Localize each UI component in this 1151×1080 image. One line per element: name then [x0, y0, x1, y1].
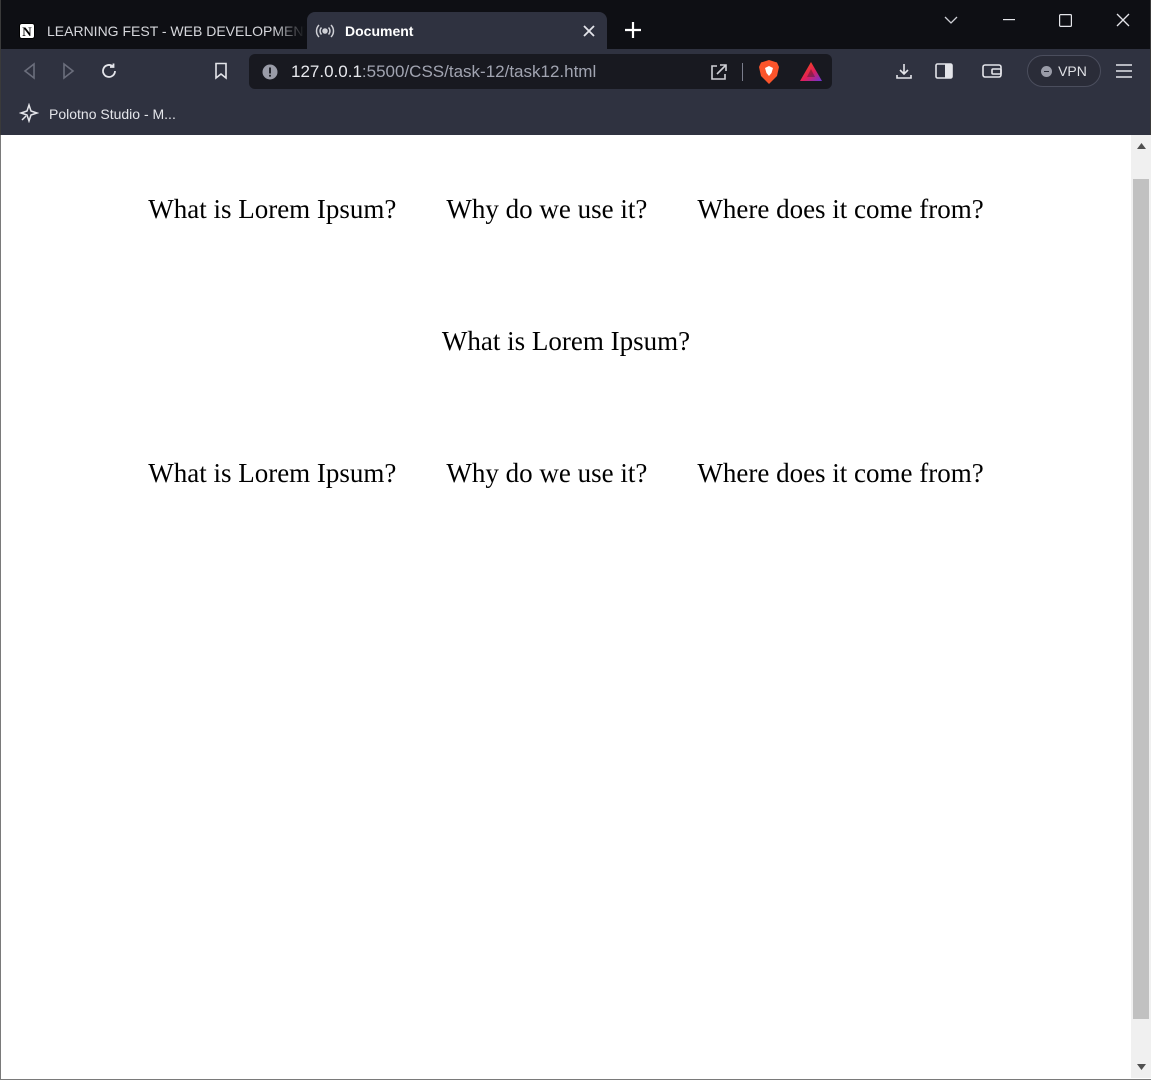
close-icon[interactable] — [579, 21, 599, 41]
notion-icon: N — [17, 21, 37, 41]
maximize-icon[interactable] — [1045, 4, 1085, 36]
page-viewport: What is Lorem Ipsum? Why do we use it? W… — [0, 135, 1151, 1080]
menu-icon[interactable] — [1110, 58, 1138, 84]
heading-row-3: What is Lorem Ipsum? Why do we use it? W… — [1, 458, 1131, 489]
url-separator — [742, 63, 743, 81]
tab-document[interactable]: Document — [307, 12, 607, 49]
new-tab-button[interactable] — [619, 16, 647, 44]
reload-icon[interactable] — [95, 58, 123, 84]
url-text: 127.0.0.1:5500/CSS/task-12/task12.html — [291, 62, 596, 82]
heading-why-do-we-use-it: Why do we use it? — [446, 458, 648, 488]
heading-what-is-lorem-ipsum: What is Lorem Ipsum? — [441, 326, 691, 356]
tab-search-chevron-down-icon[interactable] — [931, 4, 971, 36]
share-icon[interactable] — [707, 60, 731, 84]
window-close-icon[interactable] — [1103, 4, 1143, 36]
bookmark-polotno-studio[interactable]: Polotno Studio - M... — [18, 101, 176, 127]
heading-where-does-it-come-from: Where does it come from? — [697, 194, 984, 224]
heading-why-do-we-use-it: Why do we use it? — [446, 194, 648, 224]
heading-what-is-lorem-ipsum: What is Lorem Ipsum? — [148, 194, 397, 224]
scroll-down-arrow-icon[interactable] — [1131, 1056, 1151, 1078]
back-icon[interactable] — [15, 58, 43, 84]
svg-text:N: N — [22, 24, 32, 39]
toolbar: 127.0.0.1:5500/CSS/task-12/task12.html V… — [0, 49, 1151, 93]
tab-learning-fest[interactable]: N LEARNING FEST - WEB DEVELOPMENT — [9, 12, 305, 49]
scrollbar-thumb[interactable] — [1133, 179, 1149, 1019]
heading-where-does-it-come-from: Where does it come from? — [697, 458, 984, 488]
wallet-icon[interactable] — [978, 58, 1006, 84]
bookmark-label: Polotno Studio - M... — [49, 106, 176, 122]
tab-strip: N LEARNING FEST - WEB DEVELOPMENT Docume… — [0, 0, 1151, 49]
minimize-icon[interactable] — [989, 4, 1029, 36]
tab-title: Document — [345, 22, 414, 39]
tab-title: LEARNING FEST - WEB DEVELOPMENT — [47, 22, 305, 39]
forward-icon[interactable] — [55, 58, 83, 84]
heading-row-2: What is Lorem Ipsum? — [1, 326, 1131, 357]
live-server-icon — [315, 21, 335, 41]
vertical-scrollbar[interactable] — [1131, 135, 1151, 1078]
site-info-icon[interactable] — [261, 63, 279, 81]
brave-shields-icon[interactable] — [757, 59, 781, 85]
vpn-label: VPN — [1058, 63, 1087, 79]
page-content: What is Lorem Ipsum? Why do we use it? W… — [1, 135, 1131, 1078]
scroll-up-arrow-icon[interactable] — [1131, 135, 1151, 157]
url-path: :5500/CSS/task-12/task12.html — [361, 61, 597, 81]
bookmarks-bar: Polotno Studio - M... — [0, 93, 1151, 135]
brave-rewards-icon[interactable] — [799, 60, 823, 84]
polotno-icon — [18, 102, 40, 126]
sidebar-icon[interactable] — [930, 58, 958, 84]
url-host: 127.0.0.1 — [291, 61, 362, 81]
vpn-status-icon — [1041, 65, 1053, 77]
download-icon[interactable] — [890, 58, 918, 84]
heading-what-is-lorem-ipsum: What is Lorem Ipsum? — [148, 458, 397, 488]
vpn-button[interactable]: VPN — [1027, 55, 1101, 87]
heading-row-1: What is Lorem Ipsum? Why do we use it? W… — [1, 194, 1131, 225]
address-bar[interactable]: 127.0.0.1:5500/CSS/task-12/task12.html — [249, 54, 832, 89]
bookmark-icon[interactable] — [207, 58, 235, 84]
